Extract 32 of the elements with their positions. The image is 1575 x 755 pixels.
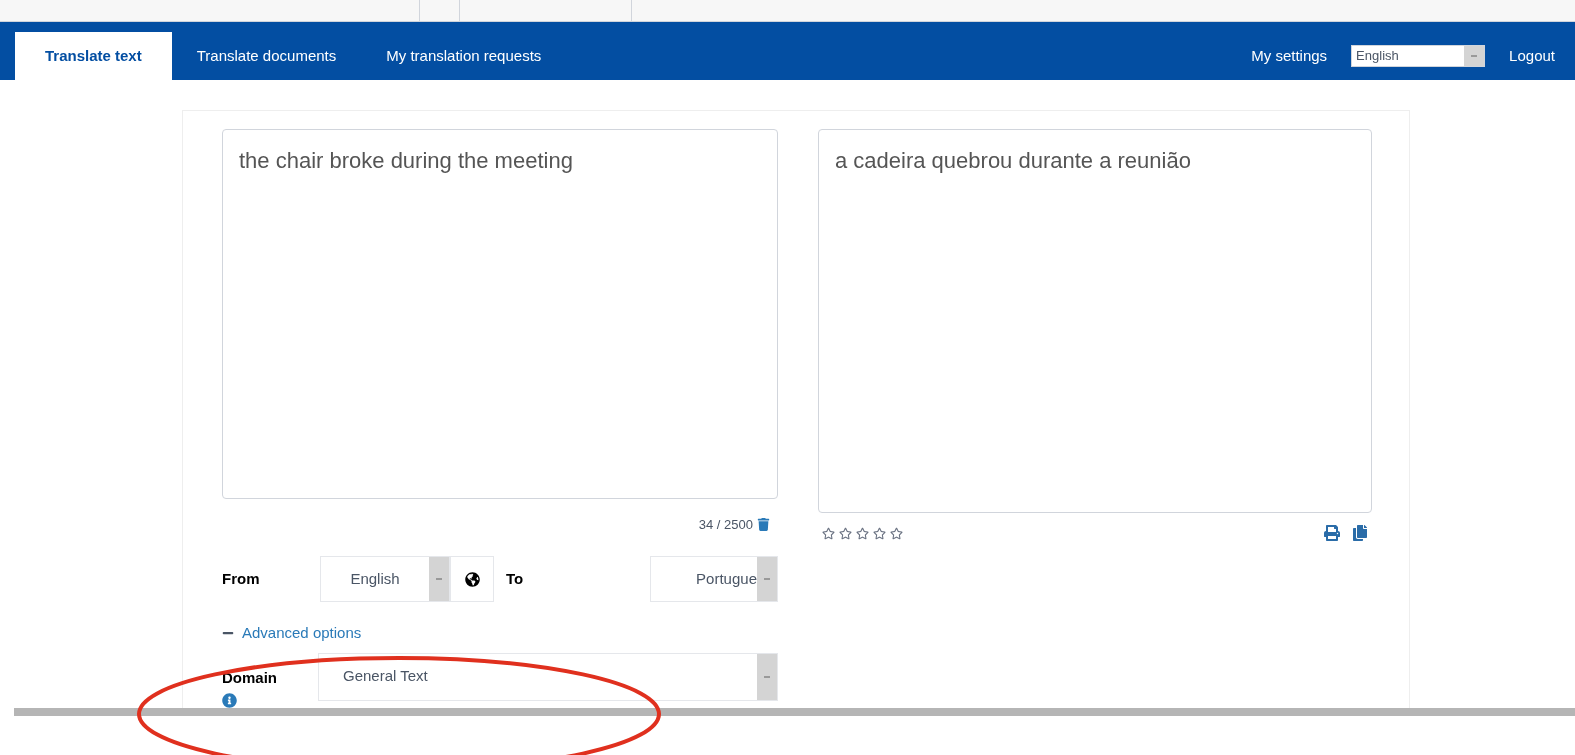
info-icon[interactable] (222, 693, 237, 708)
star-icon[interactable] (890, 526, 903, 540)
language-select[interactable]: English (1351, 45, 1486, 67)
caret-icon (764, 675, 770, 678)
advanced-options-link[interactable]: Advanced options (242, 622, 362, 645)
from-label: From (222, 568, 261, 589)
to-label: To (506, 568, 524, 589)
nav-tab[interactable]: My translation requests (361, 32, 567, 80)
globe-icon (464, 571, 480, 587)
domain-select[interactable]: General Text (318, 652, 778, 701)
logout-link[interactable]: Logout (1509, 44, 1555, 68)
nav-tab[interactable]: Translate text (15, 32, 172, 80)
star-icon[interactable] (839, 526, 852, 540)
star-icon[interactable] (822, 526, 835, 540)
star-icon[interactable] (873, 526, 886, 540)
domain-label: Domain (222, 667, 278, 688)
print-icon[interactable] (1324, 525, 1340, 541)
rating-stars[interactable] (822, 526, 903, 540)
source-text-area[interactable]: the chair broke during the meeting (222, 129, 778, 499)
trash-icon[interactable] (757, 517, 770, 531)
copy-icon[interactable] (1352, 525, 1368, 541)
character-counter: 34 / 2500 (698, 515, 753, 534)
caret-icon (436, 578, 442, 580)
star-icon[interactable] (856, 526, 869, 540)
from-language-select[interactable]: English (320, 556, 450, 602)
translation-output: a cadeira quebrou durante a reunião (818, 129, 1372, 513)
caret-icon (764, 578, 770, 580)
to-language-select[interactable]: Portugue (650, 556, 778, 602)
swap-languages-button[interactable] (450, 556, 494, 602)
nav-tab[interactable]: Translate documents (171, 32, 362, 80)
caret-icon (1471, 55, 1478, 57)
settings-link[interactable]: My settings (1251, 44, 1328, 68)
